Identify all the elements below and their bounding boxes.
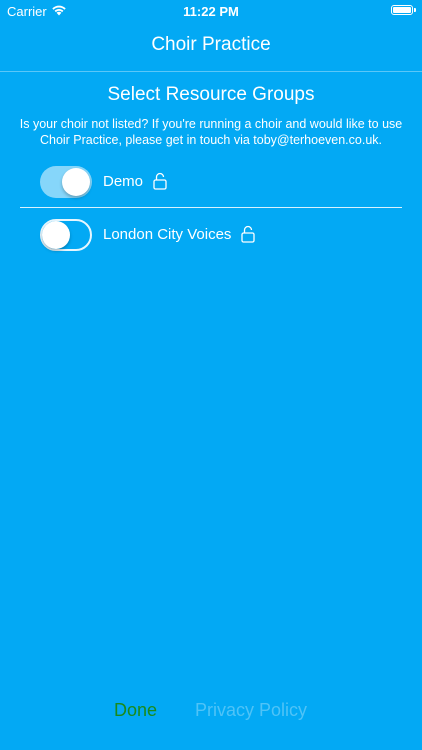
status-bar: Carrier 11:22 PM: [0, 0, 422, 22]
group-label: Demo: [103, 173, 144, 190]
demo-toggle[interactable]: [40, 166, 92, 198]
clock: 11:22 PM: [183, 4, 239, 19]
toggle-knob: [62, 168, 90, 196]
section-title: Select Resource Groups: [107, 84, 315, 105]
battery-icon: [391, 5, 413, 15]
london-city-voices-toggle[interactable]: [40, 219, 92, 251]
battery-fill: [393, 7, 411, 13]
nav-title: Choir Practice: [151, 34, 271, 55]
nav-divider: [0, 71, 422, 72]
lock-icon: [153, 172, 167, 190]
group-row-london-city-voices: London City Voices: [20, 209, 402, 261]
row-divider: [20, 207, 402, 208]
toggle-knob: [42, 221, 70, 249]
done-button[interactable]: Done: [114, 700, 157, 721]
group-row-demo: Demo: [20, 156, 402, 208]
lock-icon: [241, 225, 255, 243]
battery-tip: [414, 8, 416, 12]
group-label: London City Voices: [103, 226, 232, 243]
screen: Carrier 11:22 PM Choir Practice Select R…: [0, 0, 422, 750]
info-text: Is your choir not listed? If you're runn…: [19, 117, 403, 147]
privacy-policy-button[interactable]: Privacy Policy: [195, 700, 307, 721]
